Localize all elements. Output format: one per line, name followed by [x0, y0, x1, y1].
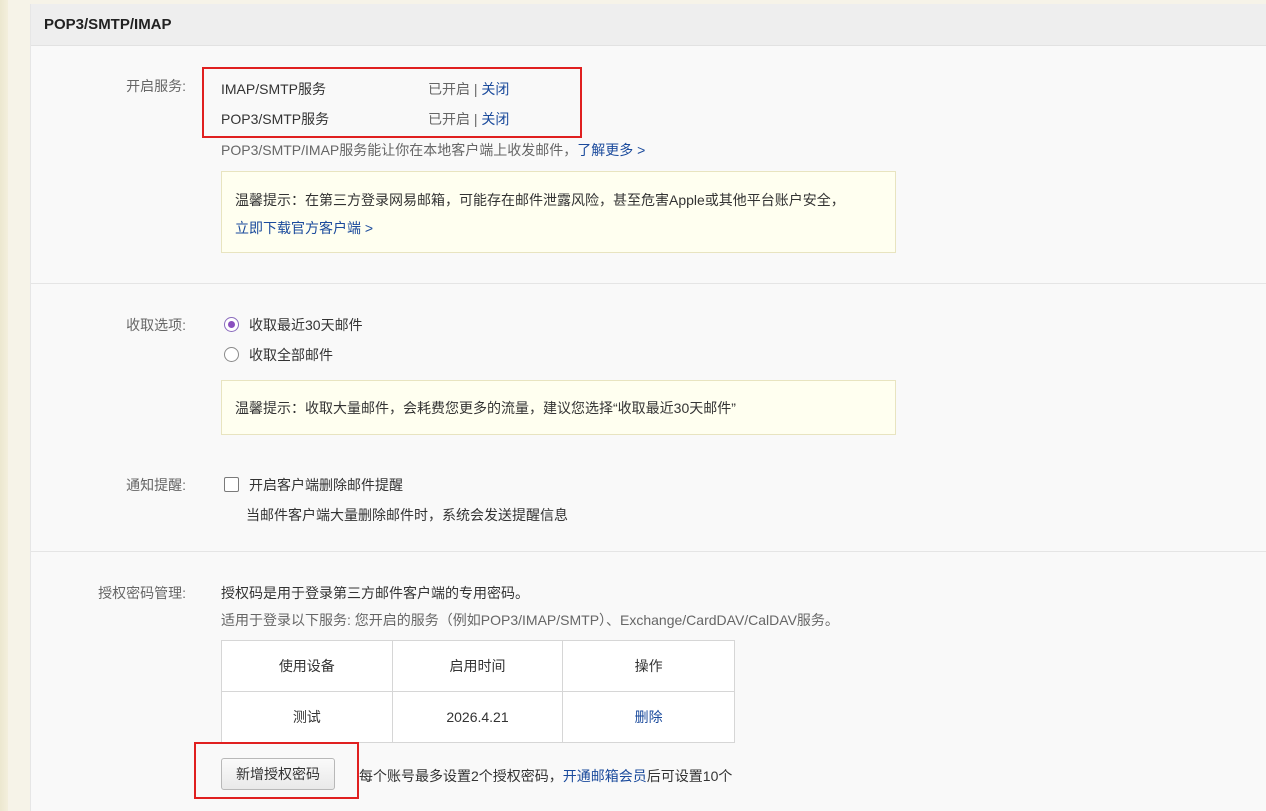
delete-auth-code-link[interactable]: 删除	[635, 709, 663, 725]
download-client-link[interactable]: 立即下载官方客户端 >	[235, 220, 373, 236]
service-name-imap: IMAP/SMTP服务	[221, 81, 327, 97]
table-header-row: 使用设备 启用时间 操作	[221, 640, 735, 692]
radio-label-all[interactable]: 收取全部邮件	[249, 345, 333, 365]
delete-alert-checkbox[interactable]	[224, 477, 239, 492]
close-pop3-link[interactable]: 关闭	[481, 111, 509, 127]
add-auth-code-button[interactable]: 新增授权密码	[221, 758, 335, 790]
page-edge	[0, 0, 8, 811]
column-device: 使用设备	[221, 640, 393, 692]
cell-action: 删除	[562, 691, 735, 743]
auth-description: 授权码是用于登录第三方邮件客户端的专用密码。	[221, 585, 529, 601]
divider	[31, 551, 1266, 552]
services-label: 开启服务:	[126, 78, 186, 94]
traffic-tip-text: 温馨提示：收取大量邮件，会耗费您更多的流量，建议您选择“收取最近30天邮件”	[235, 400, 736, 416]
page-title: POP3/SMTP/IMAP	[31, 4, 1266, 46]
cell-device: 测试	[221, 691, 393, 743]
learn-more-link[interactable]: 了解更多 >	[577, 142, 645, 158]
radio-recent-30-days[interactable]	[224, 317, 239, 332]
service-name-pop3: POP3/SMTP服务	[221, 111, 330, 127]
column-action: 操作	[562, 640, 735, 692]
delete-alert-description: 当邮件客户端大量删除邮件时，系统会发送提醒信息	[246, 507, 568, 523]
service-status-imap: 已开启 | 关闭	[428, 81, 510, 97]
auth-limit-note: 每个账号最多设置2个授权密码，开通邮箱会员后可设置10个	[359, 768, 733, 784]
services-description: POP3/SMTP/IMAP服务能让你在本地客户端上收发邮件，了解更多 >	[221, 142, 646, 158]
column-enabled-time: 启用时间	[391, 640, 564, 692]
radio-label-recent[interactable]: 收取最近30天邮件	[249, 315, 363, 335]
notify-label: 通知提醒:	[126, 477, 186, 493]
auth-label: 授权密码管理:	[98, 585, 186, 601]
fetch-label: 收取选项:	[126, 317, 186, 333]
close-imap-link[interactable]: 关闭	[481, 81, 509, 97]
auth-code-table: 使用设备 启用时间 操作 测试 2026.4.21 删除	[221, 640, 735, 743]
vip-upgrade-link[interactable]: 开通邮箱会员	[563, 768, 647, 784]
security-tip-box: 温馨提示：在第三方登录网易邮箱，可能存在邮件泄露风险，甚至危害Apple或其他平…	[221, 171, 896, 253]
auth-scope-description: 适用于登录以下服务: 您开启的服务（例如POP3/IMAP/SMTP）、Exch…	[221, 612, 839, 628]
table-row: 测试 2026.4.21 删除	[221, 691, 735, 743]
settings-panel: POP3/SMTP/IMAP 开启服务: IMAP/SMTP服务 已开启 | 关…	[30, 4, 1266, 811]
traffic-tip-box: 温馨提示：收取大量邮件，会耗费您更多的流量，建议您选择“收取最近30天邮件”	[221, 380, 896, 435]
service-status-pop3: 已开启 | 关闭	[428, 111, 510, 127]
radio-all-mail[interactable]	[224, 347, 239, 362]
divider	[31, 283, 1266, 284]
cell-time: 2026.4.21	[391, 691, 564, 743]
security-tip-text: 温馨提示：在第三方登录网易邮箱，可能存在邮件泄露风险，甚至危害Apple或其他平…	[235, 192, 845, 208]
delete-alert-label[interactable]: 开启客户端删除邮件提醒	[249, 475, 403, 495]
